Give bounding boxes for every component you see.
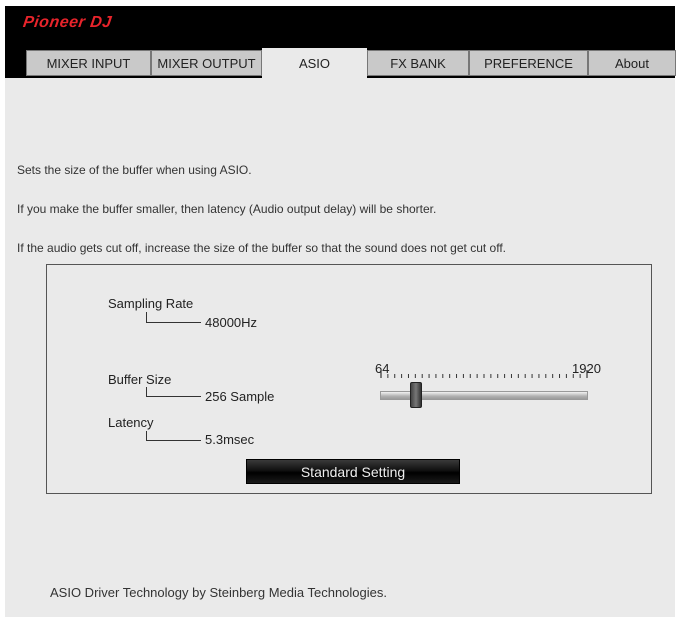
tab-about[interactable]: About <box>588 50 676 76</box>
tab-mixer-output[interactable]: MIXER OUTPUT <box>151 50 262 76</box>
latency-value: 5.3msec <box>205 432 255 447</box>
title-bar: Pioneer DJ <box>5 6 675 46</box>
asio-description: Sets the size of the buffer when using A… <box>17 138 506 268</box>
description-line: Sets the size of the buffer when using A… <box>17 163 252 177</box>
sampling-rate-label: Sampling Rate <box>108 296 194 311</box>
description-line: If you make the buffer smaller, then lat… <box>17 202 437 216</box>
tab-bar: MIXER INPUT MIXER OUTPUT ASIO FX BANK PR… <box>5 46 676 78</box>
sampling-rate-value: 48000Hz <box>205 315 258 330</box>
latency-connector <box>146 431 201 441</box>
buffer-size-slider-thumb[interactable] <box>410 382 423 408</box>
description-line: If the audio gets cut off, increase the … <box>17 241 506 255</box>
buffer-size-connector <box>146 387 201 397</box>
buffer-size-value: 256 Sample <box>205 389 275 404</box>
tab-mixer-input[interactable]: MIXER INPUT <box>26 50 151 76</box>
buffer-size-label: Buffer Size <box>108 372 172 387</box>
tab-preference[interactable]: PREFERENCE <box>469 50 588 76</box>
latency-label: Latency <box>108 415 154 430</box>
pioneer-dj-logo: Pioneer DJ <box>21 14 113 31</box>
asio-credit-text: ASIO Driver Technology by Steinberg Medi… <box>50 585 387 600</box>
buffer-slider-ticks <box>380 370 588 378</box>
sampling-rate-connector <box>146 312 201 323</box>
tab-fx-bank[interactable]: FX BANK <box>367 50 469 76</box>
standard-setting-button[interactable]: Standard Setting <box>246 459 460 484</box>
tab-asio[interactable]: ASIO <box>262 48 367 78</box>
